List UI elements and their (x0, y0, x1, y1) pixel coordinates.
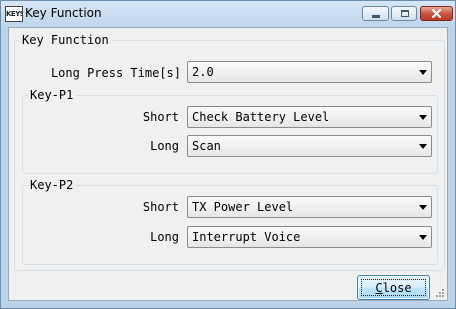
key-function-group-title: Key Function (20, 33, 111, 47)
key-p1-short-label: Short (142, 110, 179, 124)
key-p1-long-label: Long (150, 139, 179, 153)
long-press-time-select[interactable]: 2.0 (187, 61, 432, 83)
app-icon: KEYS (5, 6, 23, 22)
long-press-time-label: Long Press Time[s] (50, 66, 181, 80)
close-button[interactable]: Close (357, 275, 430, 300)
minimize-button[interactable] (362, 6, 389, 21)
chevron-down-icon (419, 70, 427, 75)
minimize-icon (372, 15, 380, 18)
maximize-button[interactable] (391, 6, 417, 21)
key-p1-short-value: Check Battery Level (192, 110, 330, 124)
chevron-down-icon (419, 235, 427, 240)
key-p1-long-value: Scan (192, 139, 221, 153)
chevron-down-icon (419, 115, 427, 120)
long-press-time-value: 2.0 (192, 65, 214, 79)
close-button-label: Close (375, 281, 412, 295)
maximize-icon (401, 10, 409, 17)
dialog-content: Key Function Long Press Time[s] 2.0 Key-… (8, 27, 448, 301)
dialog-window: KEYS Key Function Key Function Long Pres… (0, 0, 456, 309)
key-p2-long-select[interactable]: Interrupt Voice (187, 226, 432, 248)
key-p1-long-select[interactable]: Scan (187, 135, 432, 157)
title-bar[interactable]: KEYS Key Function (1, 1, 455, 27)
chevron-down-icon (419, 144, 427, 149)
key-p1-group-title: Key-P1 (28, 88, 76, 102)
key-p2-short-value: TX Power Level (192, 200, 294, 214)
key-p2-long-label: Long (150, 230, 179, 244)
key-p1-short-select[interactable]: Check Battery Level (187, 106, 432, 128)
close-icon (431, 8, 442, 19)
key-p2-short-label: Short (142, 200, 179, 214)
resize-grip-icon[interactable] (435, 288, 445, 298)
close-window-button[interactable] (420, 6, 453, 21)
key-p2-short-select[interactable]: TX Power Level (187, 196, 432, 218)
window-title: Key Function (25, 6, 102, 20)
key-p2-group-title: Key-P2 (28, 178, 76, 192)
key-p2-long-value: Interrupt Voice (192, 230, 301, 244)
chevron-down-icon (419, 205, 427, 210)
